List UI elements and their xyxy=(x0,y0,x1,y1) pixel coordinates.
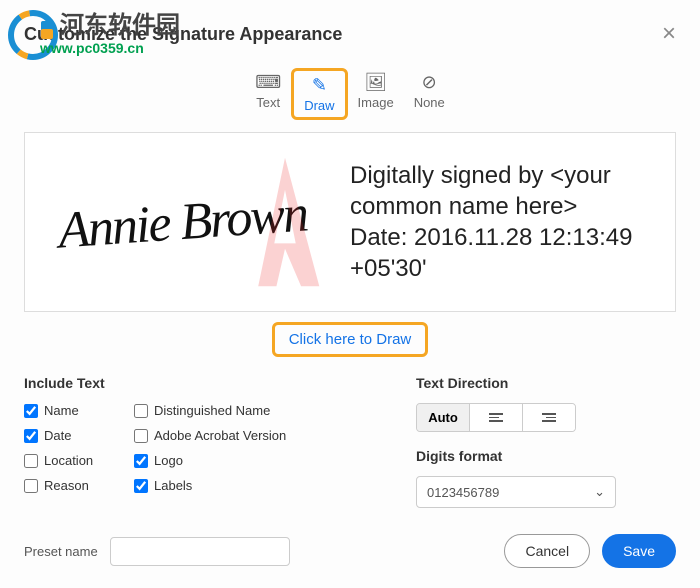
pen-icon: ✎ xyxy=(312,75,327,96)
tab-text[interactable]: ⌨ Text xyxy=(245,68,291,120)
adobe-logo-ghost xyxy=(230,147,340,297)
signature-appearance-dialog: Customize the Signature Appearance × ⌨ T… xyxy=(0,0,700,588)
signature-preview: Annie Brown Digitally signed by <your co… xyxy=(24,132,676,312)
direction-rtl-button[interactable] xyxy=(523,404,575,431)
watermark-url: www.pc0359.cn xyxy=(40,40,144,56)
tab-label: Draw xyxy=(304,98,334,113)
preset-name-label: Preset name xyxy=(24,544,98,559)
checkbox-dn-input[interactable] xyxy=(134,404,148,418)
align-left-icon xyxy=(489,413,503,422)
checkbox-date[interactable]: Date xyxy=(24,428,134,443)
watermark-site-name: 河东软件园 xyxy=(60,5,180,40)
checkbox-label: Distinguished Name xyxy=(154,403,270,418)
none-icon: ⊘ xyxy=(422,72,437,93)
align-right-icon xyxy=(542,413,556,422)
save-button[interactable]: Save xyxy=(602,534,676,568)
cancel-button[interactable]: Cancel xyxy=(504,534,590,568)
checkbox-label: Logo xyxy=(154,453,183,468)
checkbox-reason-input[interactable] xyxy=(24,479,38,493)
checkbox-distinguished-name[interactable]: Distinguished Name xyxy=(134,403,376,418)
checkbox-acrobat-version[interactable]: Adobe Acrobat Version xyxy=(134,428,376,443)
chevron-down-icon: ⌄ xyxy=(594,484,605,500)
digits-format-value: 0123456789 xyxy=(427,485,499,500)
close-button[interactable]: × xyxy=(662,20,676,48)
checkbox-label: Name xyxy=(44,403,79,418)
checkbox-name-input[interactable] xyxy=(24,404,38,418)
checkbox-label: Date xyxy=(44,428,71,443)
keyboard-icon: ⌨ xyxy=(255,72,281,93)
tab-image[interactable]: 🖼 Image xyxy=(348,68,404,120)
tab-none[interactable]: ⊘ None xyxy=(404,68,455,120)
direction-button-group: Auto xyxy=(416,403,576,432)
checkbox-reason[interactable]: Reason xyxy=(24,478,134,493)
signature-drawing-area: Annie Brown xyxy=(25,133,340,311)
direction-ltr-button[interactable] xyxy=(470,404,523,431)
checkbox-label: Adobe Acrobat Version xyxy=(154,428,286,443)
direction-auto-button[interactable]: Auto xyxy=(417,404,470,431)
checkbox-version-input[interactable] xyxy=(134,429,148,443)
signature-type-tabs: ⌨ Text ✎ Draw 🖼 Image ⊘ None xyxy=(24,68,676,120)
include-text-title: Include Text xyxy=(24,375,376,391)
draw-link-row: Click here to Draw xyxy=(24,322,676,357)
checkbox-labels[interactable]: Labels xyxy=(134,478,376,493)
tab-label: Text xyxy=(256,95,280,110)
signature-info-text: Digitally signed by <your common name he… xyxy=(340,150,675,295)
text-direction-section: Text Direction Auto Digits format 012345… xyxy=(416,375,676,508)
click-to-draw-link[interactable]: Click here to Draw xyxy=(272,322,429,357)
checkbox-location-input[interactable] xyxy=(24,454,38,468)
checkbox-logo-input[interactable] xyxy=(134,454,148,468)
checkbox-label: Reason xyxy=(44,478,89,493)
text-direction-title: Text Direction xyxy=(416,375,676,391)
tab-draw[interactable]: ✎ Draw xyxy=(291,68,347,120)
tab-label: None xyxy=(414,95,445,110)
checkbox-labels-input[interactable] xyxy=(134,479,148,493)
tab-label: Image xyxy=(358,95,394,110)
watermark-logo xyxy=(5,5,65,65)
checkbox-location[interactable]: Location xyxy=(24,453,134,468)
options-section: Include Text Name Distinguished Name Dat… xyxy=(24,375,676,508)
checkbox-name[interactable]: Name xyxy=(24,403,134,418)
dialog-footer: Preset name Cancel Save xyxy=(24,534,676,568)
checkbox-label: Location xyxy=(44,453,93,468)
checkbox-logo[interactable]: Logo xyxy=(134,453,376,468)
checkbox-date-input[interactable] xyxy=(24,429,38,443)
digits-format-select[interactable]: 0123456789 ⌄ xyxy=(416,476,616,508)
checkbox-grid: Name Distinguished Name Date Adobe Acrob… xyxy=(24,403,376,493)
image-icon: 🖼 xyxy=(364,72,387,93)
checkbox-label: Labels xyxy=(154,478,192,493)
digits-format-title: Digits format xyxy=(416,448,676,464)
preset-name-input[interactable] xyxy=(110,537,290,566)
include-text-section: Include Text Name Distinguished Name Dat… xyxy=(24,375,376,508)
